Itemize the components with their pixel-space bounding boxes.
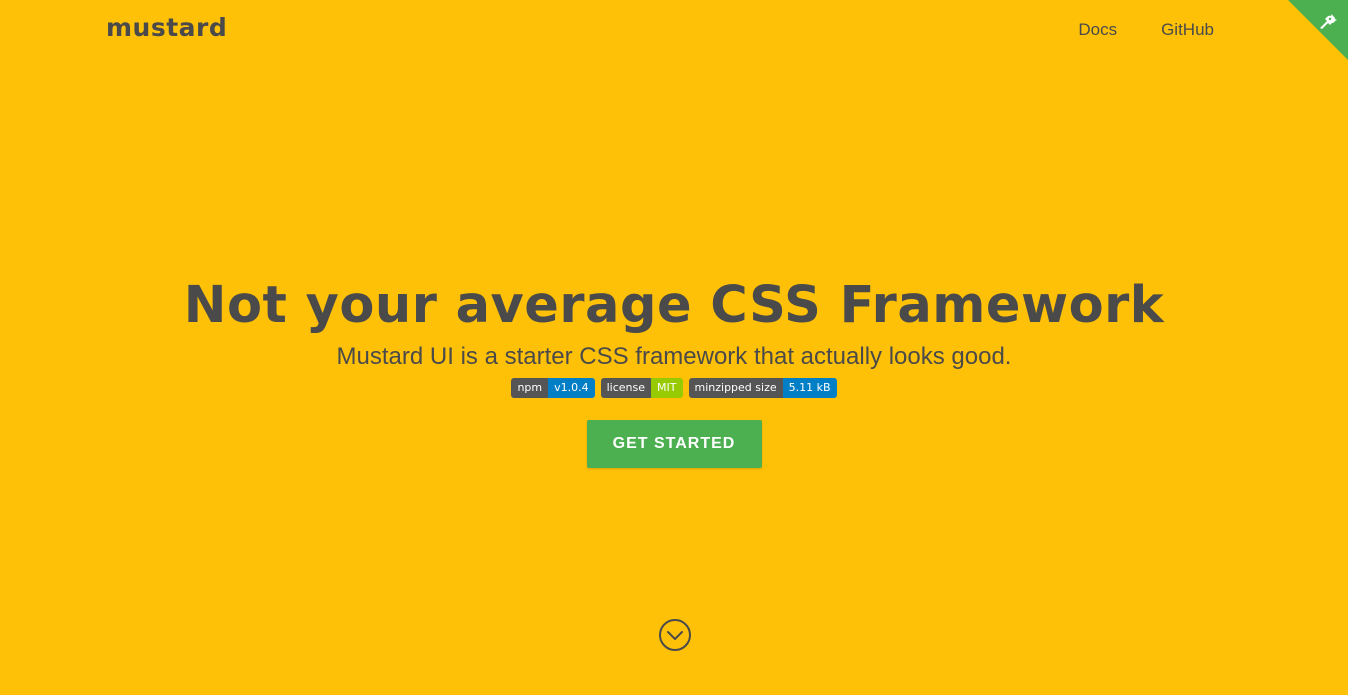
nav-link-docs[interactable]: Docs [1078,20,1117,40]
chevron-down-circle-icon [659,619,691,651]
nav-link-github[interactable]: GitHub [1161,20,1214,40]
badge-npm-version[interactable]: npm v1.0.4 [511,378,595,398]
badge-label: npm [511,378,549,398]
badge-label: license [600,378,652,398]
hero-section: Not your average CSS Framework Mustard U… [0,270,1348,468]
nav-links: Docs GitHub [1078,20,1214,40]
navbar: mustard Docs GitHub [0,0,1348,62]
hero-title: Not your average CSS Framework [183,276,1165,335]
hero-subtitle: Mustard UI is a starter CSS framework th… [336,343,1012,370]
badge-minzipped-size[interactable]: minzipped size 5.11 kB [688,378,837,398]
badge-value: MIT [651,378,683,398]
github-corner-link[interactable] [1288,0,1348,60]
scroll-down-button[interactable] [658,618,692,652]
brand-logo[interactable]: mustard [106,13,227,42]
badge-license[interactable]: license MIT [600,378,683,398]
badge-row: npm v1.0.4 license MIT minzipped size 5.… [0,378,1348,398]
badge-value: 5.11 kB [782,378,837,398]
badge-label: minzipped size [688,378,783,398]
get-started-button[interactable]: GET STARTED [586,420,762,468]
github-octocat-icon [1320,14,1337,29]
badge-value: v1.0.4 [548,378,595,398]
